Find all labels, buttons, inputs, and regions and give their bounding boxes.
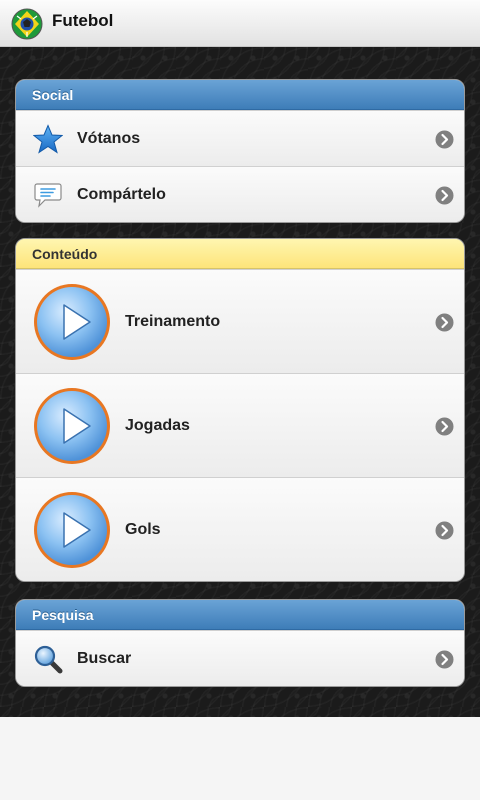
plays-row[interactable]: Jogadas bbox=[16, 373, 464, 477]
chat-bubble-icon bbox=[34, 183, 62, 208]
vote-label: Vótanos bbox=[77, 129, 141, 147]
play-button-icon bbox=[34, 388, 110, 464]
goals-row[interactable]: Gols bbox=[16, 477, 464, 581]
chevron-right-icon bbox=[435, 130, 454, 148]
magnifier-icon bbox=[34, 645, 63, 674]
share-row[interactable]: Compártelo bbox=[16, 166, 464, 222]
chevron-right-icon bbox=[435, 417, 454, 435]
play-button-icon bbox=[34, 492, 110, 568]
vote-row[interactable]: Vótanos bbox=[16, 110, 464, 166]
app-title: Futebol bbox=[52, 11, 114, 30]
search-header: Pesquisa bbox=[16, 600, 464, 630]
plays-label: Jogadas bbox=[125, 416, 190, 434]
search-group: Pesquisa Buscar bbox=[15, 599, 465, 687]
content-header: Conteúdo bbox=[16, 239, 464, 269]
chevron-right-icon bbox=[435, 186, 454, 204]
search-row[interactable]: Buscar bbox=[16, 630, 464, 686]
bottom-area bbox=[0, 717, 480, 800]
training-row[interactable]: Treinamento bbox=[16, 269, 464, 373]
chevron-right-icon bbox=[435, 650, 454, 668]
chevron-right-icon bbox=[435, 313, 454, 331]
star-icon bbox=[33, 124, 63, 154]
search-label: Buscar bbox=[77, 649, 132, 667]
chevron-right-icon bbox=[435, 521, 454, 539]
soccer-ball-icon bbox=[11, 8, 43, 40]
training-label: Treinamento bbox=[125, 312, 221, 330]
goals-label: Gols bbox=[125, 520, 161, 538]
app-bar: Futebol bbox=[0, 0, 480, 47]
play-button-icon bbox=[34, 284, 110, 360]
content-group: Conteúdo Treinamento Jogadas Gols bbox=[15, 238, 465, 582]
social-group: Social Vótanos Compártelo bbox=[15, 79, 465, 223]
social-header: Social bbox=[16, 80, 464, 110]
share-label: Compártelo bbox=[77, 185, 166, 203]
